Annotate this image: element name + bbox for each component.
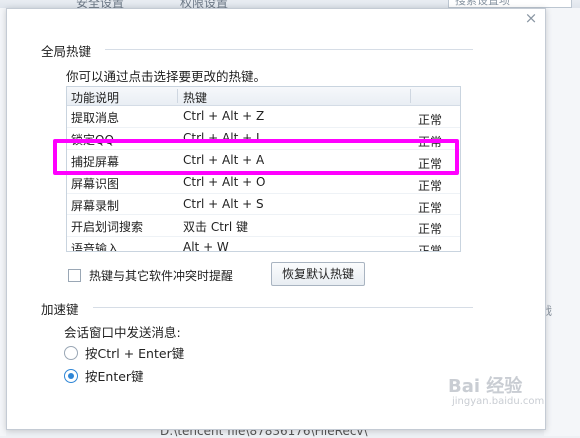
background-search-input[interactable]: 搜索设置项 <box>448 0 572 8</box>
global-hotkeys-title: 全局热键 <box>41 44 92 59</box>
hotkey-value[interactable]: Ctrl + Alt + A <box>183 153 264 167</box>
hotkey-status: 正常 <box>418 244 443 252</box>
hotkey-value[interactable]: Ctrl + Alt + L <box>183 131 263 145</box>
hotkey-row[interactable]: 提取消息 Ctrl + Alt + Z 正常 <box>67 106 460 128</box>
hotkey-function: 捕捉屏幕 <box>71 154 120 169</box>
hotkey-value[interactable]: Ctrl + Alt + S <box>183 197 264 211</box>
background-right-panel <box>544 8 580 436</box>
hotkey-function: 语音输入 <box>71 242 120 252</box>
hotkey-table: 功能说明 热键 提取消息 Ctrl + Alt + Z 正常 锁定QQ Ctrl… <box>66 86 461 252</box>
hotkey-value[interactable]: Ctrl + Alt + O <box>183 175 265 189</box>
watermark-logo: Bai 经验 <box>448 376 523 397</box>
column-separator <box>177 89 178 103</box>
send-option-ctrl-enter[interactable]: 按Ctrl + Enter键 <box>64 343 184 362</box>
accelerator-title: 加速键 <box>41 302 79 317</box>
hotkey-table-header: 功能说明 热键 <box>67 87 460 106</box>
hotkey-status: 正常 <box>418 222 443 237</box>
hotkey-row[interactable]: 屏幕录制 Ctrl + Alt + S 正常 <box>67 194 460 216</box>
send-option-label: 按Enter键 <box>85 369 144 384</box>
radio-button[interactable] <box>64 346 78 360</box>
column-header-function[interactable]: 功能说明 <box>71 89 119 106</box>
conflict-reminder-checkbox[interactable] <box>68 269 81 282</box>
radio-button-selected[interactable] <box>64 369 78 383</box>
column-separator <box>410 89 411 103</box>
hotkey-function: 提取消息 <box>71 111 120 125</box>
hotkey-hint-text: 你可以通过点击选择要更改的热键。 <box>66 69 267 84</box>
hotkey-row[interactable]: 锁定QQ Ctrl + Alt + L 正常 <box>67 128 460 150</box>
conflict-reminder-checkbox-row[interactable]: 热键与其它软件冲突时提醒 <box>68 267 233 284</box>
hotkey-settings-dialog: × 全局热键 你可以通过点击选择要更改的热键。 功能说明 热键 提取消息 Ctr… <box>6 8 546 430</box>
send-option-label: 按Ctrl + Enter键 <box>85 346 185 361</box>
hotkey-value[interactable]: Alt + W <box>183 240 229 251</box>
watermark-url: jingyan.baidu.com <box>452 396 545 407</box>
hotkey-row[interactable]: 开启划词搜索 双击 Ctrl 键 正常 <box>67 215 460 238</box>
hotkey-function: 锁定QQ <box>71 132 114 147</box>
hotkey-status: 正常 <box>418 113 443 127</box>
hotkey-function: 屏幕识图 <box>71 176 120 191</box>
section-divider <box>105 49 473 50</box>
hotkey-value[interactable]: 双击 Ctrl 键 <box>183 218 248 235</box>
hotkey-status: 正常 <box>418 178 443 193</box>
hotkey-row[interactable]: 语音输入 Alt + W 正常 <box>67 237 460 252</box>
section-divider <box>93 307 473 308</box>
hotkey-status: 正常 <box>418 156 443 171</box>
hotkey-status: 正常 <box>418 200 443 215</box>
send-message-label: 会话窗口中发送消息: <box>64 325 181 340</box>
hotkey-value[interactable]: Ctrl + Alt + Z <box>183 109 264 123</box>
hotkey-function: 开启划词搜索 <box>71 220 144 235</box>
restore-default-hotkeys-button[interactable]: 恢复默认热键 <box>271 262 365 286</box>
send-option-enter[interactable]: 按Enter键 <box>64 366 144 385</box>
conflict-reminder-label: 热键与其它软件冲突时提醒 <box>89 269 234 283</box>
hotkey-row[interactable]: 捕捉屏幕 Ctrl + Alt + A 正常 <box>67 150 460 172</box>
hotkey-function: 屏幕录制 <box>71 198 120 213</box>
column-header-hotkey[interactable]: 热键 <box>183 89 207 106</box>
hotkey-status: 正常 <box>418 134 443 149</box>
close-icon[interactable]: × <box>523 10 539 26</box>
hotkey-row[interactable]: 屏幕识图 Ctrl + Alt + O 正常 <box>67 172 460 194</box>
